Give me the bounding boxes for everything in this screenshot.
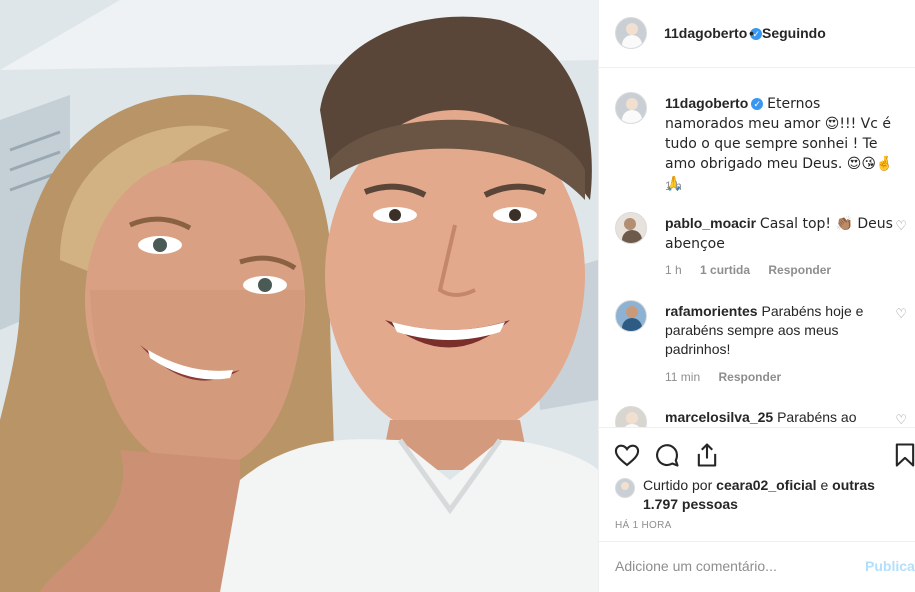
heart-icon[interactable] xyxy=(613,441,641,469)
post-timestamp[interactable]: HÁ 1 HORA xyxy=(615,520,672,531)
caption-time[interactable]: 1 h xyxy=(665,179,682,193)
author-avatar[interactable] xyxy=(615,17,647,49)
add-comment-bar: Publicar xyxy=(599,541,915,592)
reply-button[interactable]: Responder xyxy=(768,263,831,277)
like-comment-heart-icon[interactable]: ♡ xyxy=(895,412,907,427)
comment-meta: 11 min Responder xyxy=(665,370,796,384)
bookmark-icon[interactable] xyxy=(891,441,915,469)
post-photo[interactable] xyxy=(0,0,598,592)
liker-username[interactable]: ceara02_oficial xyxy=(716,477,816,493)
commenter-avatar[interactable] xyxy=(615,212,647,244)
likes-connector: e xyxy=(820,477,829,493)
like-comment-heart-icon[interactable]: ♡ xyxy=(895,218,907,234)
comment-icon[interactable] xyxy=(653,441,681,469)
comment-text-block: rafamorientes Parabéns hoje e parabéns s… xyxy=(665,302,895,359)
comment-likes-count[interactable]: 1 curtida xyxy=(700,263,750,277)
follow-status-button[interactable]: Seguindo xyxy=(762,25,826,41)
comment-text-block: marcelosilva_25 Parabéns ao xyxy=(665,408,895,427)
comment-time[interactable]: 1 h xyxy=(665,263,682,277)
liker-avatar[interactable] xyxy=(615,478,635,498)
share-icon[interactable] xyxy=(693,441,721,469)
comment-text-block: pablo_moacir Casal top! 👏🏽 Deus abençoe xyxy=(665,214,895,254)
couple-selfie-photo xyxy=(0,0,598,592)
commenter-avatar[interactable] xyxy=(615,406,647,427)
likes-text: Curtido por ceara02_oficial e outras 1.7… xyxy=(643,476,883,514)
like-comment-heart-icon[interactable]: ♡ xyxy=(895,306,907,322)
author-username[interactable]: 11dagoberto ✓ xyxy=(664,25,763,41)
caption-username[interactable]: 11dagoberto xyxy=(665,95,748,111)
comment-input[interactable] xyxy=(615,558,835,574)
caption-meta: 1 h xyxy=(665,179,697,193)
commenter-avatar[interactable] xyxy=(615,300,647,332)
comment-username[interactable]: marcelosilva_25 xyxy=(665,409,773,425)
reply-button[interactable]: Responder xyxy=(718,370,781,384)
instagram-post-view: 11dagoberto ✓ • Seguindo 11dagoberto ✓ Ete… xyxy=(0,0,915,592)
post-actions: Curtido por ceara02_oficial e outras 1.7… xyxy=(599,427,915,592)
likes-prefix: Curtido por xyxy=(643,477,713,493)
post-header: 11dagoberto ✓ • Seguindo xyxy=(599,0,915,68)
caption-avatar[interactable] xyxy=(615,92,647,124)
comments-list[interactable]: 11dagoberto ✓ Eternos namorados meu amor … xyxy=(599,69,915,427)
comment-username[interactable]: rafamorientes xyxy=(665,303,758,319)
comment-text: Parabéns ao xyxy=(777,409,857,425)
verified-badge-icon: ✓ xyxy=(751,98,764,110)
caption-text-block: 11dagoberto ✓ Eternos namorados meu amor … xyxy=(665,94,895,194)
separator-dot: • xyxy=(749,25,754,41)
comment-time[interactable]: 11 min xyxy=(665,370,700,384)
comment-meta: 1 h 1 curtida Responder xyxy=(665,263,846,277)
post-side-panel: 11dagoberto ✓ • Seguindo 11dagoberto ✓ Ete… xyxy=(598,0,915,592)
comment-username[interactable]: pablo_moacir xyxy=(665,215,756,231)
author-username-text[interactable]: 11dagoberto xyxy=(664,25,747,41)
publish-button[interactable]: Publicar xyxy=(865,558,915,574)
